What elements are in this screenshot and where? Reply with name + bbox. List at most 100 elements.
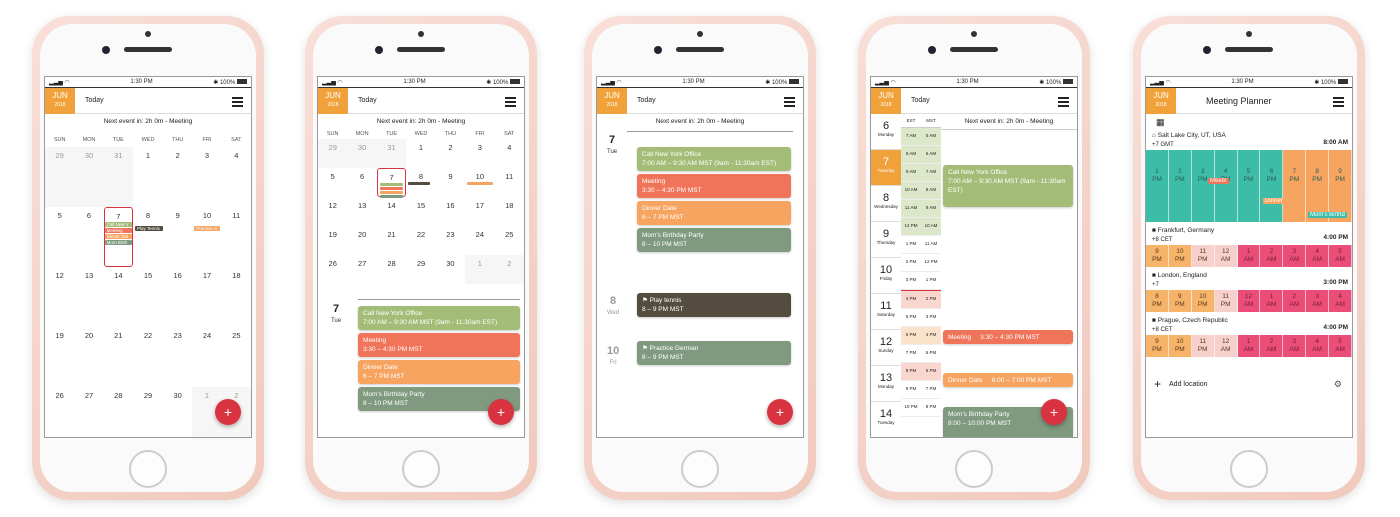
day-cell[interactable]: 8 xyxy=(406,168,435,197)
hour-cell[interactable]: 12 AM xyxy=(1214,335,1238,357)
hamburger-menu-icon[interactable] xyxy=(232,97,243,109)
day-cell[interactable]: 30 xyxy=(74,147,104,207)
home-button[interactable] xyxy=(129,450,167,488)
day-cell[interactable]: 25 xyxy=(495,226,524,255)
day-cell[interactable]: 18 xyxy=(222,267,251,327)
hour-cell[interactable]: 3 PM xyxy=(1191,150,1215,222)
hour-cell[interactable]: 5 AM xyxy=(1329,245,1352,267)
hour-cell[interactable]: 2 AM xyxy=(1283,290,1307,312)
event-call-new-york[interactable]: Call New York Office 7:00 AM – 9:30 AM MS… xyxy=(358,306,520,330)
day-cell[interactable]: 16 xyxy=(436,197,465,226)
day-cell[interactable]: 2 xyxy=(494,255,524,284)
add-location-button[interactable]: + Add location xyxy=(1154,377,1208,391)
day-cell[interactable]: 8 Wednesday xyxy=(871,186,901,222)
month-badge[interactable]: JUN 2018 xyxy=(318,87,348,114)
month-badge[interactable]: JUN 2018 xyxy=(871,87,901,114)
today-button[interactable]: Today xyxy=(911,97,930,104)
event-chip[interactable]: Mom Birth xyxy=(104,240,132,245)
home-button[interactable] xyxy=(1230,450,1268,488)
day-cell[interactable]: 30 xyxy=(347,139,377,168)
day-cell[interactable]: 13 xyxy=(347,197,376,226)
hour-cell[interactable]: 1 AM xyxy=(1237,245,1261,267)
event-meeting[interactable]: Meeting 3:30 – 4:30 PM MST xyxy=(637,174,791,198)
day-cell[interactable]: 8 Play Tennis xyxy=(133,207,163,267)
month-badge[interactable]: JUN 2018 xyxy=(597,87,627,114)
hour-cell[interactable]: 10 PM xyxy=(1191,290,1215,312)
day-cell[interactable]: 10 xyxy=(465,168,494,197)
day-cell[interactable]: 30 xyxy=(163,387,192,437)
hour-cell[interactable]: 11 PM xyxy=(1191,335,1215,357)
event-chip[interactable]: Dinner Dat xyxy=(104,234,132,239)
location-0[interactable]: ⌂ Salt Lake City, UT, USA 8:00 AM +7 GMT 1 … xyxy=(1146,129,1352,222)
day-cell[interactable]: 28 xyxy=(377,255,406,284)
hour-cell[interactable]: 9 PM xyxy=(1146,335,1169,357)
today-button[interactable]: Today xyxy=(358,97,377,104)
event-practice-german[interactable]: ⚑ Practice German 8 – 9 PM MST xyxy=(637,341,791,365)
day-cell[interactable]: 12 xyxy=(318,197,347,226)
hour-cell[interactable]: 12 AM xyxy=(1214,245,1238,267)
hamburger-menu-icon[interactable] xyxy=(1058,97,1069,109)
day-cell[interactable]: 27 xyxy=(347,255,376,284)
day-cell[interactable]: 24 xyxy=(192,327,221,387)
day-cell[interactable]: 14 Tuesday xyxy=(871,402,901,437)
hour-cell[interactable]: 1 AM xyxy=(1260,290,1284,312)
day-cell[interactable]: 22 xyxy=(406,226,435,255)
day-cell[interactable]: 11 Saturday xyxy=(871,294,901,330)
day-cell[interactable]: 23 xyxy=(163,327,192,387)
hour-cell[interactable]: 9 PM xyxy=(1168,290,1192,312)
calendar-icon[interactable]: ▦ xyxy=(1146,114,1352,129)
add-event-button[interactable]: + xyxy=(767,399,793,425)
day-cell[interactable]: 29 xyxy=(133,387,163,437)
hour-strip[interactable]: 9 PM 10 PM 11 PM 12 AM 1 AM 2 AM 3 AM 4 AM 5 AM xyxy=(1146,245,1352,267)
day-cell[interactable]: 6 Monday xyxy=(871,114,901,150)
day-cell[interactable]: 16 xyxy=(163,267,192,327)
event-chip[interactable]: Practice G xyxy=(194,226,220,231)
hour-cell[interactable]: 2 AM xyxy=(1260,245,1284,267)
event-dinner-date[interactable]: Dinner Date 6 – 7 PM MST xyxy=(358,360,520,384)
day-cell[interactable]: 26 xyxy=(318,255,347,284)
home-button[interactable] xyxy=(681,450,719,488)
day-cell[interactable]: 26 xyxy=(45,387,74,437)
day-cell[interactable]: 17 xyxy=(465,197,494,226)
day-cell[interactable]: 23 xyxy=(436,226,465,255)
month-badge[interactable]: JUN 2018 xyxy=(1146,87,1176,114)
day-cell[interactable]: 3 xyxy=(192,147,221,207)
day-cell[interactable]: 31 xyxy=(376,139,407,168)
home-button[interactable] xyxy=(955,450,993,488)
hour-cell[interactable]: 2 AM xyxy=(1260,335,1284,357)
day-cell[interactable]: 13 Monday xyxy=(871,366,901,402)
day-cell[interactable]: 14 xyxy=(104,267,133,327)
hour-cell[interactable]: 5 AM xyxy=(1329,335,1352,357)
hour-cell[interactable]: 11 PM xyxy=(1214,290,1238,312)
day-cell[interactable]: 6 xyxy=(74,207,103,267)
month-badge[interactable]: JUN 2018 xyxy=(45,87,75,114)
hour-cell[interactable]: 5 PM xyxy=(1237,150,1261,222)
hour-cell[interactable]: 10 PM xyxy=(1168,335,1192,357)
hour-strip[interactable]: 9 PM 10 PM 11 PM 12 AM 1 AM 2 AM 3 AM 4 AM 5 AM xyxy=(1146,335,1352,357)
day-cell[interactable]: 30 xyxy=(436,255,465,284)
event-chip[interactable]: Dinner xyxy=(1263,198,1285,204)
day-cell[interactable]: 9 xyxy=(163,207,192,267)
day-cell[interactable]: 19 xyxy=(318,226,347,255)
hour-cell[interactable]: 6 PM xyxy=(1260,150,1284,222)
day-cell[interactable]: 1 xyxy=(133,147,163,207)
settings-gear-icon[interactable]: ⚙ xyxy=(1334,379,1342,390)
day-cell[interactable]: 10 Practice G xyxy=(192,207,221,267)
hour-cell[interactable]: 3 AM xyxy=(1306,290,1330,312)
event-meeting[interactable]: Meeting 3:30 – 4:30 PM MST xyxy=(943,330,1073,344)
day-cell[interactable]: 11 xyxy=(222,207,251,267)
day-cell[interactable]: 5 xyxy=(318,168,347,197)
day-cell[interactable]: 13 xyxy=(74,267,103,327)
day-cell[interactable]: 31 xyxy=(103,147,133,207)
day-cell[interactable]: 14 xyxy=(377,197,406,226)
day-cell[interactable]: 4 xyxy=(222,147,251,207)
day-cell[interactable]: 29 xyxy=(45,147,75,207)
hour-cell[interactable]: 4 AM xyxy=(1329,290,1352,312)
event-dinner-date[interactable]: Dinner Date 6:00 – 7:00 PM MST xyxy=(943,373,1073,387)
event-chip[interactable]: Meetir xyxy=(1208,178,1229,184)
hamburger-menu-icon[interactable] xyxy=(784,97,795,109)
day-cell[interactable]: 6 xyxy=(347,168,376,197)
event-meeting[interactable]: Meeting 3:30 – 4:30 PM MST xyxy=(358,333,520,357)
event-chip[interactable]: Play Tennis xyxy=(135,226,163,231)
today-button[interactable]: Today xyxy=(637,97,656,104)
